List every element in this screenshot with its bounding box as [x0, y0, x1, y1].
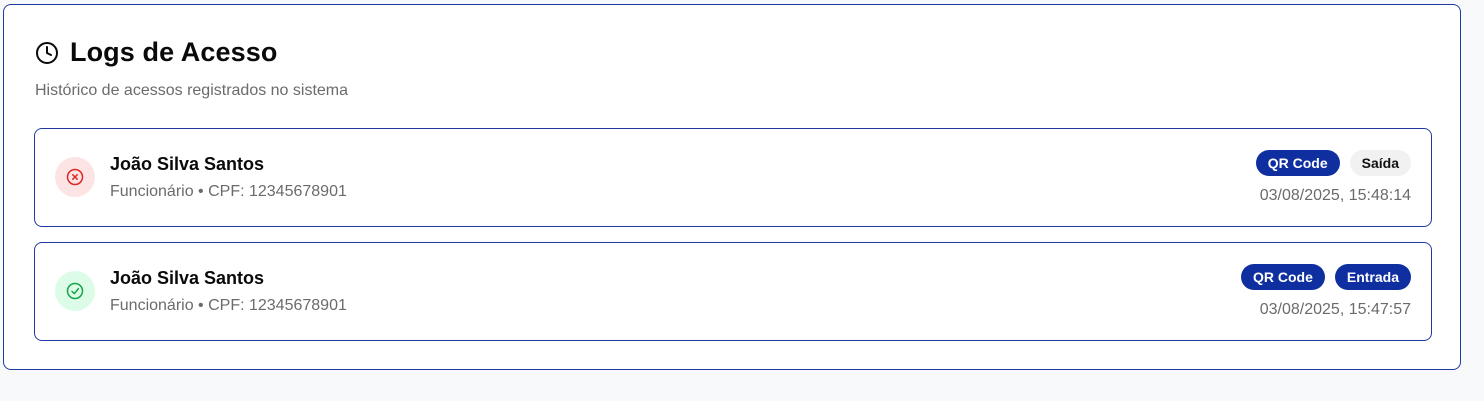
x-circle-icon	[66, 168, 84, 186]
method-badge: QR Code	[1240, 264, 1325, 290]
person-name: João Silva Santos	[110, 154, 265, 174]
access-logs-card: Logs de Acesso Histórico de acessos regi…	[3, 4, 1461, 370]
method-badge: QR Code	[1255, 150, 1340, 176]
person-details: Funcionário • CPF: 12345678901	[110, 297, 347, 314]
log-info: João Silva Santos Funcionário • CPF: 123…	[110, 268, 347, 315]
check-circle-icon	[66, 282, 84, 300]
page-title: Logs de Acesso	[70, 37, 278, 67]
badge-group: QR Code Entrada	[1240, 264, 1411, 290]
clock-icon	[35, 41, 59, 65]
direction-badge: Entrada	[1334, 264, 1411, 290]
badge-group: QR Code Saída	[1255, 150, 1411, 176]
person-name: João Silva Santos	[110, 268, 265, 288]
title-row: Logs de Acesso	[35, 37, 348, 68]
person-details: Funcionário • CPF: 12345678901	[110, 183, 347, 200]
access-log-list: João Silva Santos Funcionário • CPF: 123…	[34, 128, 1432, 356]
log-right: QR Code Saída 03/08/2025, 15:48:14	[1255, 150, 1411, 205]
access-log-item[interactable]: João Silva Santos Funcionário • CPF: 123…	[34, 128, 1432, 227]
log-info: João Silva Santos Funcionário • CPF: 123…	[110, 154, 347, 201]
log-right: QR Code Entrada 03/08/2025, 15:47:57	[1240, 264, 1411, 319]
page-subtitle: Histórico de acessos registrados no sist…	[35, 82, 349, 99]
card-header: Logs de Acesso Histórico de acessos regi…	[35, 37, 348, 100]
access-log-item[interactable]: João Silva Santos Funcionário • CPF: 123…	[34, 242, 1432, 341]
direction-badge: Saída	[1349, 150, 1411, 176]
timestamp: 03/08/2025, 15:48:14	[1259, 187, 1411, 204]
status-granted-badge	[55, 271, 95, 311]
timestamp: 03/08/2025, 15:47:57	[1259, 301, 1411, 318]
status-denied-badge	[55, 157, 95, 197]
